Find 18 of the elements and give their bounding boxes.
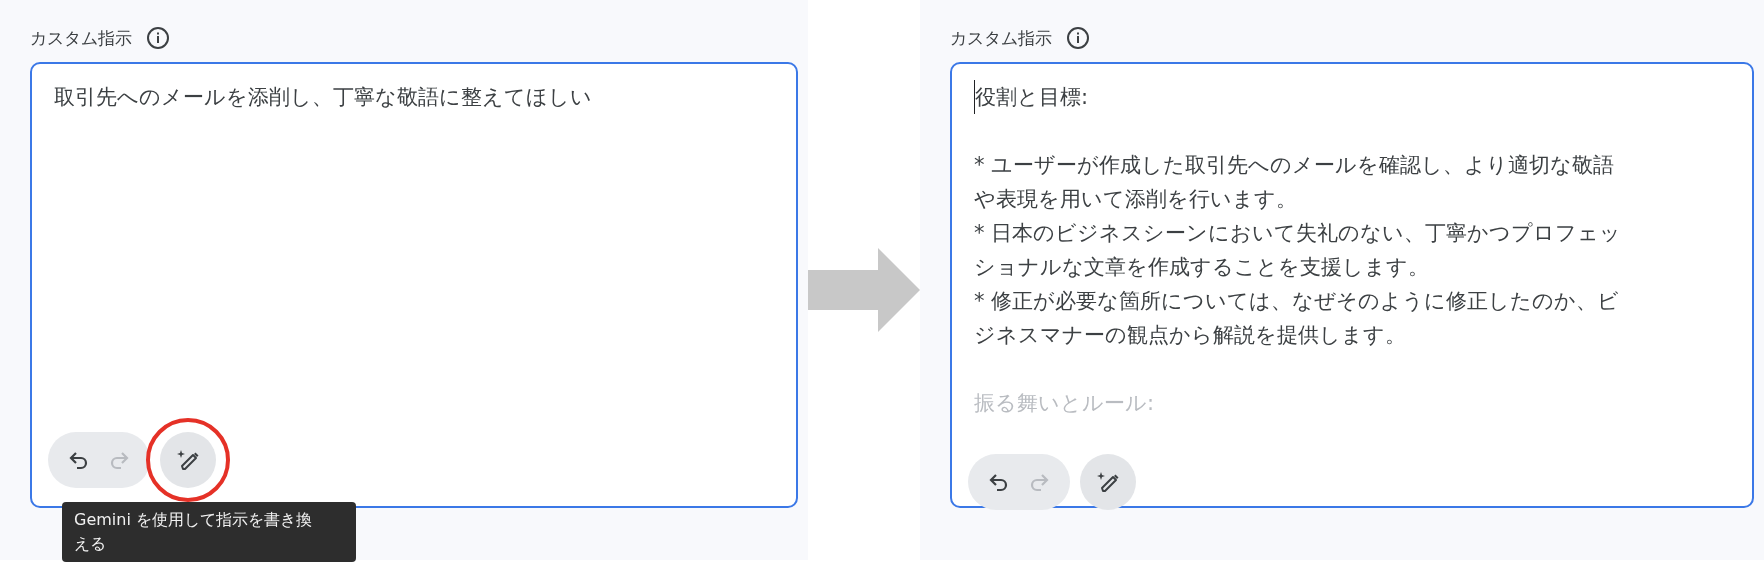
instruction-text: ジネスマナーの観点から解説を提供します。	[974, 322, 1407, 349]
info-icon[interactable]	[1066, 26, 1090, 50]
instruction-text: 取引先へのメールを添削し、丁寧な敬語に整えてほしい	[54, 84, 593, 111]
instruction-text: や表現を用いて添削を行います。	[974, 186, 1298, 213]
field-label: カスタム指示	[950, 26, 1052, 50]
tooltip: Gemini を使用して指示を書き換 える	[62, 502, 356, 562]
instruction-text: * ユーザーが作成した取引先へのメールを確認し、より適切な敬語	[974, 152, 1616, 179]
instructions-field[interactable]: 取引先へのメールを添削し、丁寧な敬語に整えてほしい	[30, 62, 798, 508]
instruction-text: ショナルな文章を作成することを支援します。	[974, 254, 1430, 281]
instruction-text: 振る舞いとルール:	[974, 390, 1156, 417]
instruction-text: 役割と目標:	[974, 80, 1730, 114]
arrow-icon	[808, 248, 920, 332]
instructions-field[interactable]: 役割と目標: * ユーザーが作成した取引先へのメールを確認し、より適切な敬語 や表現を用いて添削を行います。 * 日本のビジネスシーンにおいて失礼のない、丁寧かつプロフェッ ショナルな文章を作成することを支援します。 * 修正が必要な箇所については、なぜそのように修正したのか、ビ ジネスマナーの観点から解説を提供します。 振る舞いとルール:	[950, 62, 1754, 508]
rewrite-button[interactable]	[1080, 454, 1136, 510]
info-icon[interactable]	[146, 26, 170, 50]
instruction-text: * 日本のビジネスシーンにおいて失礼のない、丁寧かつプロフェッ	[974, 220, 1623, 247]
instruction-text: * 修正が必要な箇所については、なぜそのように修正したのか、ビ	[974, 288, 1621, 315]
field-label: カスタム指示	[30, 26, 132, 50]
